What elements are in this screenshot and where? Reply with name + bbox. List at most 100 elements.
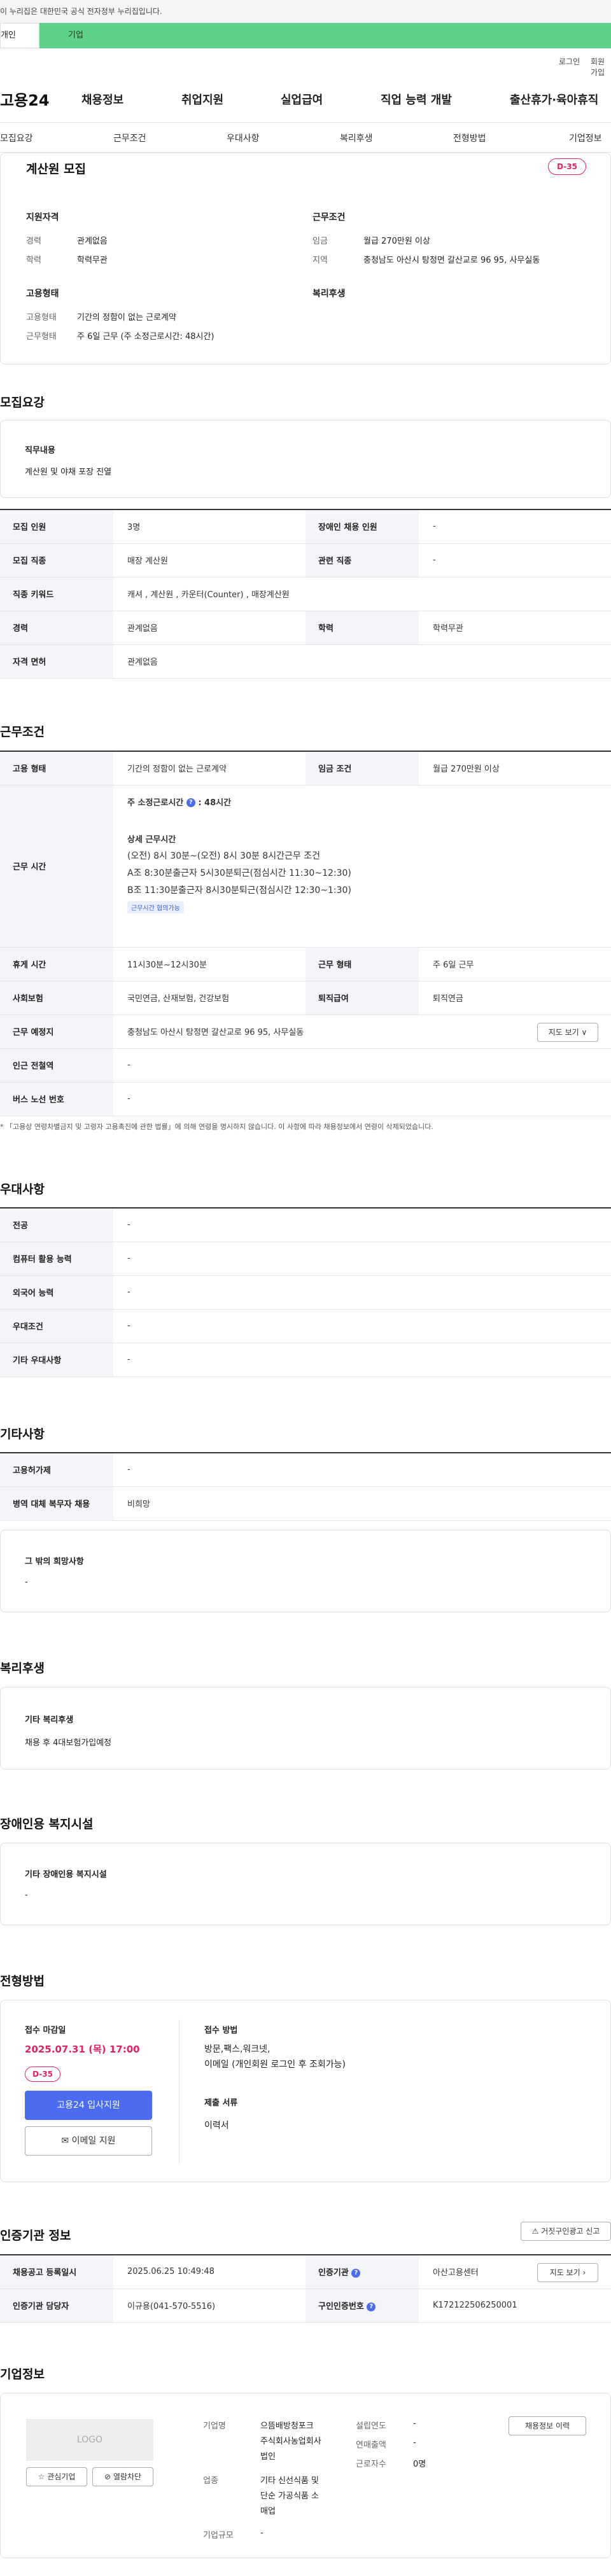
other-wish-card: 그 밖의 희망사항 - (0, 1530, 611, 1612)
scale-label: 기업규모 (203, 2531, 234, 2540)
cert-map-button[interactable]: 지도 보기 › (537, 2263, 598, 2282)
welfare-title: 복리후생 (313, 289, 346, 299)
job-title: 계산원 모집 (26, 162, 87, 176)
recruit-section-title: 모집요강 (0, 396, 45, 410)
method-title: 접수 방법 (204, 2026, 238, 2035)
detail-line: B조 11:30분출근자 8시30분퇴근(점심시간 12:30~1:30) (127, 885, 351, 896)
table-cell: 퇴직연금 (419, 981, 611, 1015)
apply-button[interactable]: 고용24 입사지원 (25, 2091, 152, 2120)
tab-preference[interactable]: 우대사항 (227, 132, 260, 144)
table-header: 퇴직급여 (306, 981, 419, 1015)
info-icon[interactable]: ? (351, 2268, 361, 2278)
hiring-history-button[interactable]: 채용정보 이력 (509, 2416, 586, 2435)
table-cell: - (419, 543, 611, 578)
table-cell: - (113, 1082, 611, 1116)
gnb-item-jobs[interactable]: 채용정보 (81, 91, 123, 107)
signup-link[interactable]: 회원가입 (591, 56, 611, 78)
summary-card: 계산원 모집 D-35 지원자격 경력 관계없음 학력 학력무관 근무조건 임금… (0, 153, 611, 364)
table-header: 근무 형태 (306, 947, 419, 981)
false-ad-report-button[interactable]: ⚠ 거짓구인광고 신고 (521, 2222, 611, 2241)
industry-label: 업종 (203, 2476, 218, 2486)
table-header: 채용공고 등록일시 (0, 2255, 113, 2289)
interest-company-button[interactable]: ☆ 관심기업 (26, 2467, 87, 2486)
table-row: 우대조건 - (0, 1309, 611, 1343)
disability-section-title: 장애인용 복지시설 (0, 1817, 94, 1831)
login-link[interactable]: 로그인 (559, 56, 580, 67)
table-row: 직종 키워드 캐셔 , 계산원 , 카운터(Counter) , 매장계산원 (0, 577, 611, 611)
cert-org-header: 인증기관 ? (306, 2255, 419, 2289)
user-type-tabs: 개인 기업 (0, 23, 611, 48)
table-cell: - (113, 1208, 611, 1242)
table-header: 모집 인원 (0, 509, 113, 544)
tab-individual[interactable]: 개인 (0, 23, 39, 48)
employees-label: 근로자수 (356, 2460, 386, 2469)
tab-process[interactable]: 전형방법 (453, 132, 486, 144)
block-view-button[interactable]: ⊘ 열람차단 (92, 2467, 153, 2486)
table-header: 버스 노선 번호 (0, 1082, 113, 1116)
table-row: 고용허가제 - (0, 1453, 611, 1487)
table-cell: 학력무관 (419, 611, 611, 645)
chevron-down-icon: ∨ (581, 1027, 587, 1037)
table-header: 컴퓨터 활용 능력 (0, 1242, 113, 1276)
qualification-title: 지원자격 (26, 212, 59, 223)
detail-line: A조 8:30분출근자 5시30분퇴근(점심시간 11:30~12:30) (127, 868, 351, 878)
info-icon[interactable]: ? (367, 2302, 376, 2311)
section-tabs: 모집요강 근무조건 우대사항 복리후생 전형방법 기업정보 (0, 122, 611, 153)
tab-work-conditions[interactable]: 근무조건 (113, 132, 146, 144)
welfare-card: 기타 복리후생 채용 후 4대보험가입예정 (0, 1687, 611, 1769)
weekly-hours-value: : 48시간 (198, 798, 232, 808)
table-cell: - (113, 1242, 611, 1276)
founded-value: - (413, 2419, 416, 2428)
table-row: 고용 형태 기간의 정함이 없는 근로계약 임금 조건 월급 270만원 이상 (0, 751, 611, 786)
table-row: 휴게 시간 11시30분~12시30분 근무 형태 주 6일 근무 (0, 947, 611, 981)
table-cell: K172122506250001 (419, 2289, 611, 2323)
table-row: 버스 노선 번호 - (0, 1082, 611, 1116)
table-header: 고용허가제 (0, 1453, 113, 1487)
table-cell: - (113, 1309, 611, 1343)
detail-hours-title: 상세 근무시간 (127, 834, 176, 845)
gnb-item-job-support[interactable]: 취업지원 (181, 91, 223, 107)
welfare-section-title: 복리후생 (0, 1661, 45, 1675)
company-name-line: 주식회사농업회사 (260, 2437, 321, 2446)
table-cell: - (113, 1453, 611, 1487)
tab-company[interactable]: 기업정보 (569, 132, 602, 144)
duty-value: 계산원 및 야채 포장 진열 (25, 467, 112, 477)
table-cell: 관계없음 (113, 611, 306, 645)
map-button[interactable]: 지도 보기 ∨ (537, 1022, 598, 1042)
table-header: 사회보험 (0, 981, 113, 1015)
table-header: 인증기관 담당자 (0, 2289, 113, 2323)
process-card: 접수 마감일 2025.07.31 (목) 17:00 D-35 고용24 입사… (0, 2000, 611, 2182)
industry-line: 기타 신선식품 및 (260, 2476, 319, 2486)
career-value: 관계없음 (77, 237, 108, 246)
employment-title: 고용형태 (26, 289, 59, 299)
star-icon: ☆ (38, 2472, 45, 2481)
table-header: 전공 (0, 1208, 113, 1242)
gnb-item-unemployment[interactable]: 실업급여 (281, 91, 323, 107)
table-header: 관련 직종 (306, 543, 419, 578)
table-header: 장애인 채용 인원 (306, 509, 419, 544)
sales-value: - (413, 2438, 416, 2448)
company-logo-placeholder: LOGO (26, 2419, 153, 2461)
tab-corporate[interactable]: 기업 (39, 23, 611, 48)
duty-card: 직무내용 계산원 및 야채 포장 진열 (0, 420, 611, 498)
site-logo[interactable]: 고용24 (0, 88, 50, 110)
disability-box-value: - (25, 1890, 28, 1900)
edu-label: 학력 (26, 256, 41, 265)
emp-type-label: 고용형태 (26, 313, 57, 322)
tab-recruit[interactable]: 모집요강 (0, 132, 33, 144)
table-row: 인증기관 담당자 이규용(041-570-5516) 구인인증번호 ? K172… (0, 2289, 611, 2323)
gnb-item-parental-leave[interactable]: 출산휴가·육아휴직 (510, 91, 598, 107)
work-type-label: 근무형태 (26, 332, 57, 342)
etc-section-title: 기타사항 (0, 1427, 45, 1441)
email-apply-button[interactable]: ✉ 이메일 지원 (25, 2126, 152, 2156)
gnb-item-training[interactable]: 직업 능력 개발 (381, 91, 452, 107)
table-header: 고용 형태 (0, 751, 113, 786)
info-icon[interactable]: ? (186, 798, 195, 807)
table-header: 임금 조건 (306, 751, 419, 786)
table-cell: - (113, 1343, 611, 1377)
tab-welfare[interactable]: 복리후생 (340, 132, 373, 144)
other-wish-value: - (25, 1577, 28, 1587)
disability-card: 기타 장애인용 복지시설 - (0, 1843, 611, 1925)
welfare-box-value: 채용 후 4대보험가입예정 (25, 1738, 112, 1748)
mail-icon: ✉ (61, 2136, 69, 2146)
